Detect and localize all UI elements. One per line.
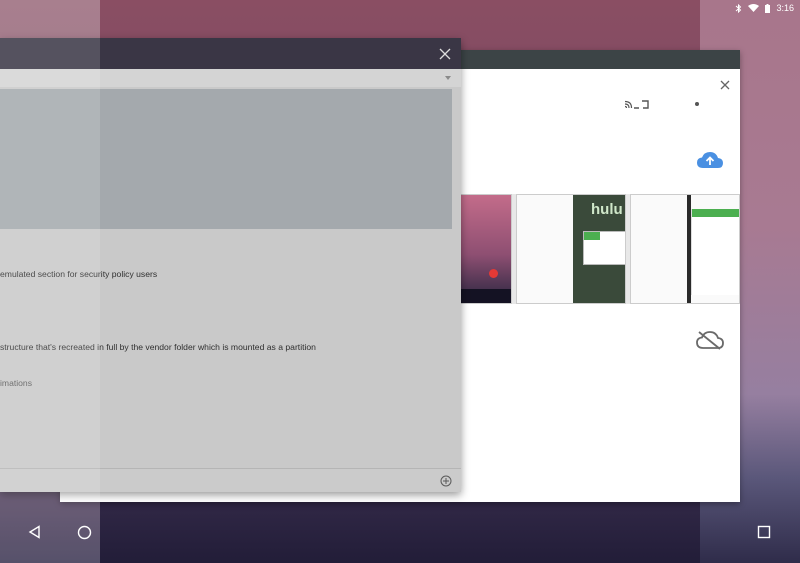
thumbnail-homescreen[interactable] [460,194,512,304]
bluetooth-icon [736,3,742,13]
thumbnail-app-list[interactable] [630,194,740,304]
content-line: emulated section for security policy use… [0,269,158,279]
task-card-front[interactable]: emulated section for security policy use… [0,38,461,492]
status-bar: 3:16 [720,0,800,16]
thumbnail-app-dialog[interactable]: hulu [516,194,626,304]
cast-icon[interactable] [624,100,650,110]
thumbnail-popup-bar [584,232,600,240]
thumbnail-side-header [692,209,739,217]
battery-icon [765,3,771,13]
cloud-upload-icon[interactable] [696,150,724,170]
thumbnail-app-icon [489,269,498,278]
thumbnail-dock [461,289,511,303]
clock-time: 3:16 [776,3,794,13]
recents-icon[interactable] [757,525,771,539]
wifi-icon [748,4,760,12]
overflow-menu-icon[interactable] [695,102,699,106]
front-footer [0,468,461,492]
front-toolbar [0,69,461,87]
add-circle-icon[interactable] [440,475,452,487]
screenshot-thumbnail-strip: hulu [460,194,740,304]
content-line: imations [0,378,32,388]
dropdown-arrow-icon[interactable] [445,76,451,80]
content-line: structure that's recreated in full by th… [0,342,316,352]
close-icon[interactable] [718,78,732,92]
preview-area [0,89,452,229]
thumbnail-popup [583,231,625,265]
thumbnail-side-panel [691,209,739,295]
back-icon[interactable] [28,525,42,539]
navigation-bar [0,515,800,563]
close-icon[interactable] [438,47,452,61]
home-icon[interactable] [77,525,92,540]
cloud-off-icon[interactable] [696,330,724,350]
task-card-front-header [0,38,461,69]
